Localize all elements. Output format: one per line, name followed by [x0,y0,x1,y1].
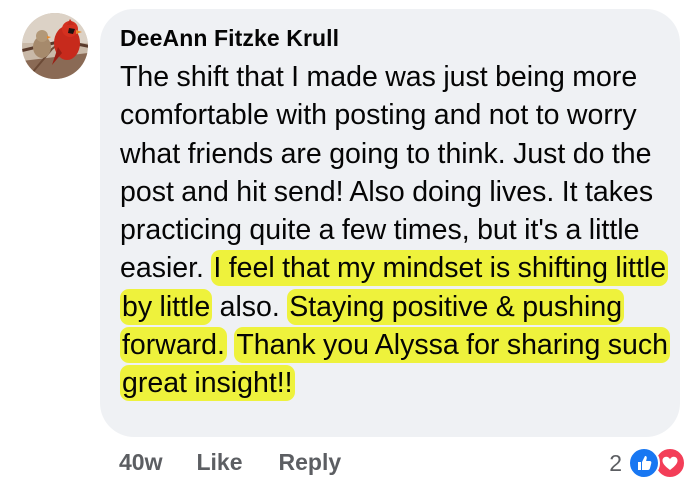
like-button[interactable]: Like [196,449,242,476]
avatar[interactable] [22,13,88,79]
reaction-summary[interactable]: 2 [609,447,686,479]
cardinal-bird-avatar-image [22,13,88,79]
reply-button[interactable]: Reply [279,449,342,476]
comment-container: DeeAnn Fitzke Krull The shift that I mad… [0,0,700,498]
comment-author-name[interactable]: DeeAnn Fitzke Krull [120,25,339,52]
comment-timestamp[interactable]: 40w [119,449,162,476]
comment-actions: 40w Like Reply [119,449,377,476]
comment-text-part: also. [212,290,288,323]
comment-text: The shift that I made was just being mor… [120,58,675,403]
reaction-count: 2 [609,449,622,476]
like-icon [628,447,660,479]
